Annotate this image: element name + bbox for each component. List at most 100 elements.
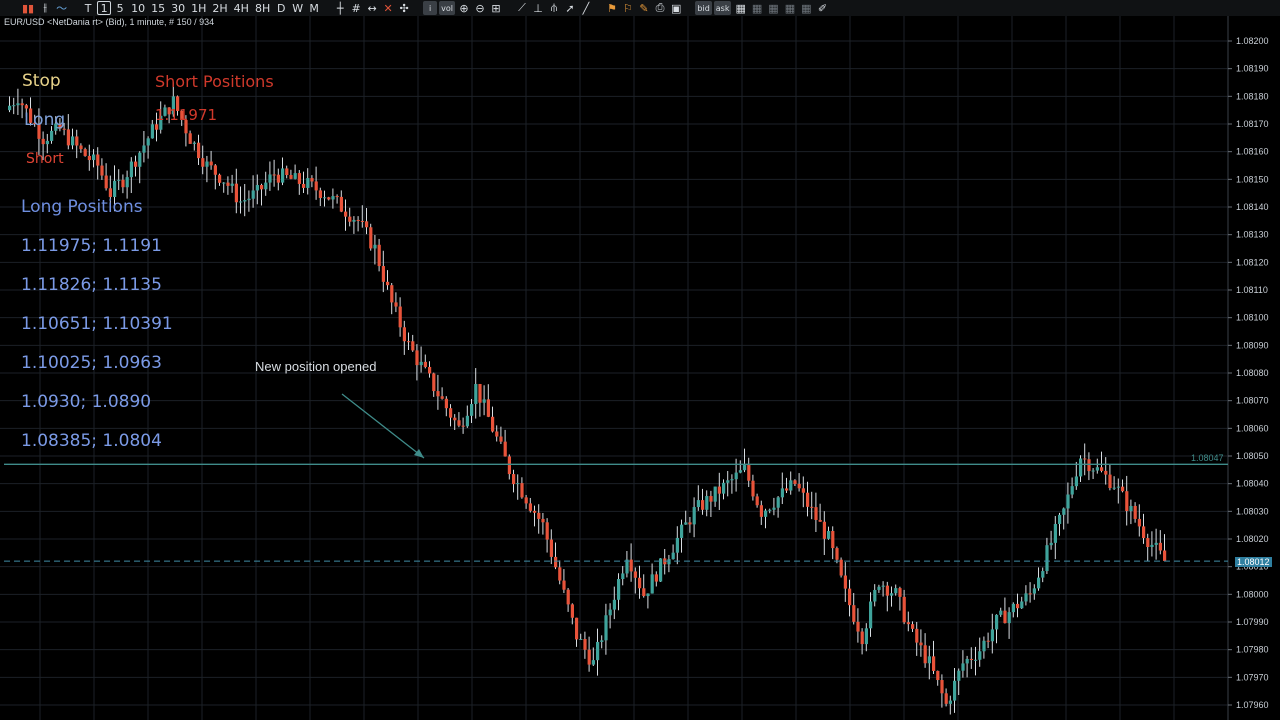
candle-body (297, 173, 301, 184)
candle-body (608, 609, 612, 616)
grid-icon[interactable]: # (349, 1, 363, 15)
timeframe-t-button[interactable]: T (81, 1, 95, 15)
candle-body (986, 640, 990, 642)
bar-chart-icon[interactable]: ⫲ (38, 1, 52, 15)
layout4-icon[interactable]: ▦ (783, 1, 797, 15)
timeframe-m-button[interactable]: M (307, 1, 321, 15)
candle-body (520, 483, 524, 498)
candle-body (856, 621, 860, 632)
candle-body (516, 483, 520, 485)
candle-body (1037, 577, 1041, 589)
timeframe-1-button[interactable]: 1 (97, 1, 112, 15)
candle-body (150, 124, 154, 139)
candle-body (814, 507, 818, 520)
candle-body (848, 588, 852, 606)
delete-icon[interactable]: ✕ (381, 1, 395, 15)
timeframe-1h-button[interactable]: 1H (189, 1, 208, 15)
layout3-icon[interactable]: ▦ (766, 1, 780, 15)
candle-body (1129, 505, 1133, 512)
candle-body (705, 496, 709, 510)
long-position-value: 1.10025; 1.0963 (21, 353, 162, 373)
print-icon[interactable]: ⎙ (653, 1, 667, 15)
candle-body (465, 415, 469, 427)
y-tick-label: 1.08180 (1236, 91, 1269, 101)
candle-body (503, 441, 507, 457)
zoom-out-icon[interactable]: ⊖ (473, 1, 487, 15)
candle-body (839, 559, 843, 576)
candle-body (995, 614, 999, 630)
candle-body (625, 559, 629, 574)
move-icon[interactable]: ✣ (397, 1, 411, 15)
candle-body (377, 244, 381, 267)
candle-body (243, 200, 247, 202)
candle-body (864, 628, 868, 645)
pencil-icon[interactable]: ✎ (637, 1, 651, 15)
timeframe-5-button[interactable]: 5 (113, 1, 127, 15)
crosshair-icon[interactable]: ┼ (333, 1, 347, 15)
candle-body (272, 174, 276, 176)
long-position-value: 1.0930; 1.0890 (21, 392, 152, 412)
zoom-in-icon[interactable]: ⊕ (457, 1, 471, 15)
timeframe-2h-button[interactable]: 2H (210, 1, 229, 15)
candle-body (974, 659, 978, 661)
candle-body (894, 588, 898, 594)
timeframe-d-button[interactable]: D (274, 1, 288, 15)
candle-body (944, 693, 948, 704)
fibonacci-icon[interactable]: ⊥ (531, 1, 545, 15)
candle-body (570, 604, 574, 618)
draw-line-icon[interactable]: ╱ (579, 1, 593, 15)
candle-body (402, 327, 406, 342)
timeframe-30-button[interactable]: 30 (169, 1, 187, 15)
arrows-icon[interactable]: ↔ (365, 1, 379, 15)
timeframe-8h-button[interactable]: 8H (253, 1, 272, 15)
pointer-icon[interactable]: ➚ (563, 1, 577, 15)
fit-icon[interactable]: ⊞ (489, 1, 503, 15)
candle-body (461, 425, 465, 427)
candle-body (495, 431, 499, 437)
ask-icon[interactable]: ask (713, 1, 732, 15)
line-chart-icon[interactable]: 〜 (54, 1, 69, 15)
candle-body (877, 586, 881, 590)
layout5-icon[interactable]: ▦ (799, 1, 813, 15)
candle-body (24, 105, 28, 109)
layout1-icon[interactable]: ▦ (733, 1, 747, 15)
candle-body (587, 649, 591, 665)
bid-icon[interactable]: bid (695, 1, 712, 15)
candle-body (142, 145, 146, 153)
y-tick-label: 1.08140 (1236, 202, 1269, 212)
candlestick-icon[interactable]: ▮▮ (20, 1, 36, 15)
candle-body (902, 596, 906, 623)
candle-body (1112, 487, 1116, 489)
timeframe-10-button[interactable]: 10 (129, 1, 147, 15)
trend-tool-icon[interactable]: ⟋ (515, 1, 529, 15)
candle-body (1066, 494, 1070, 509)
candle-body (201, 158, 205, 167)
timeframe-4h-button[interactable]: 4H (232, 1, 251, 15)
info-icon[interactable]: i (423, 1, 438, 15)
timeframe-15-button[interactable]: 15 (149, 1, 167, 15)
candle-body (197, 142, 201, 159)
candle-body (339, 196, 343, 212)
image-icon[interactable]: ▣ (669, 1, 683, 15)
layout2-icon[interactable]: ▦ (750, 1, 764, 15)
volume-icon[interactable]: vol (439, 1, 455, 15)
candle-body (478, 384, 482, 403)
candle-body (1083, 458, 1087, 460)
marker-icon[interactable]: ⚐ (621, 1, 635, 15)
candle-body (730, 479, 734, 481)
candle-body (390, 285, 394, 303)
pin-icon[interactable]: ✐ (816, 1, 830, 15)
long-label: Long (24, 110, 66, 130)
candle-body (562, 580, 566, 590)
candle-body (1125, 491, 1129, 512)
candle-body (659, 558, 663, 582)
candle-body (747, 465, 751, 481)
candle-body (268, 174, 272, 183)
candle-body (575, 617, 579, 640)
channel-icon[interactable]: ⫛ (547, 1, 561, 15)
candle-body (260, 185, 264, 190)
candle-body (533, 510, 537, 513)
candle-body (827, 530, 831, 539)
flag-icon[interactable]: ⚑ (605, 1, 619, 15)
timeframe-w-button[interactable]: W (290, 1, 305, 15)
